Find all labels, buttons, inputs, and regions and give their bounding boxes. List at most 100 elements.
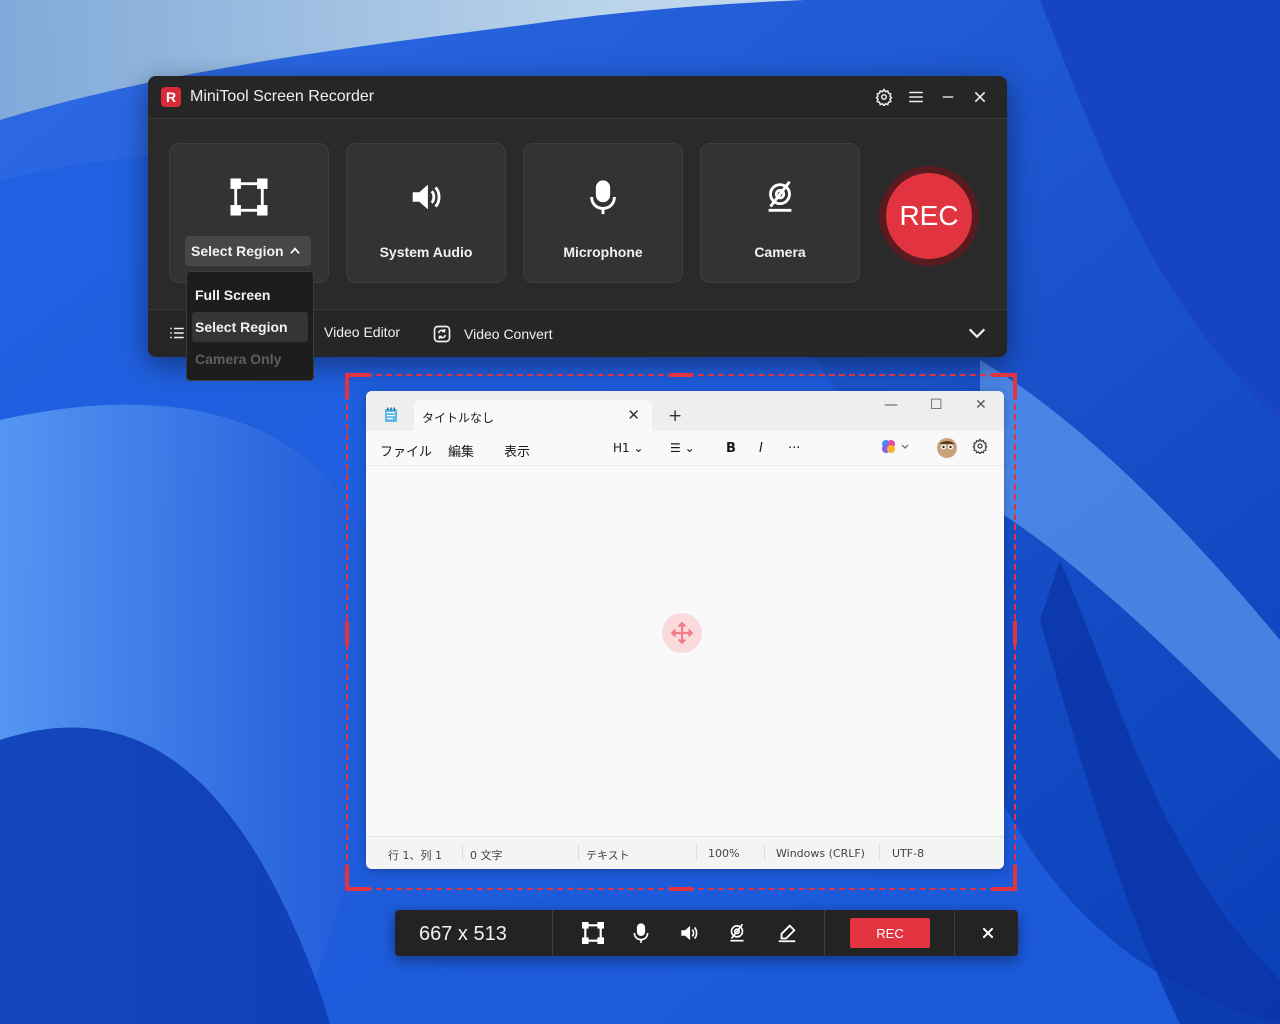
status-divider xyxy=(578,845,579,861)
recordings-list-button[interactable] xyxy=(168,324,186,342)
camera-button[interactable] xyxy=(725,921,749,945)
move-icon xyxy=(670,621,694,645)
annotate-button[interactable] xyxy=(775,921,799,945)
menu-icon xyxy=(909,91,923,103)
toolbar-divider xyxy=(824,910,825,956)
microphone-icon xyxy=(633,923,649,943)
notepad-settings-button[interactable] xyxy=(972,438,988,458)
region-tile[interactable]: Select Region xyxy=(169,143,329,283)
app-title: MiniTool Screen Recorder xyxy=(190,88,375,105)
option-select-region[interactable]: Select Region xyxy=(192,312,308,342)
toolbar-record-button[interactable]: REC xyxy=(850,918,930,948)
menu-edit[interactable]: 編集 xyxy=(448,441,474,460)
window-close-icon[interactable]: ✕ xyxy=(975,397,987,413)
convert-icon xyxy=(433,325,451,343)
notepad-window: タイトルなし ✕ + — ☐ ✕ ファイル 編集 表示 H1 ⌄ ☰ ⌄ B I… xyxy=(366,391,1004,869)
camera-tile[interactable]: Camera xyxy=(700,143,860,283)
settings-button[interactable] xyxy=(871,84,897,110)
status-encoding: UTF-8 xyxy=(892,847,925,860)
video-convert-button[interactable]: Video Convert xyxy=(432,324,552,344)
minimize-icon xyxy=(942,96,954,98)
resize-handle-left[interactable] xyxy=(345,621,349,645)
microphone-button[interactable] xyxy=(629,921,653,945)
status-divider xyxy=(462,845,463,861)
tab-close-icon[interactable]: ✕ xyxy=(627,406,640,424)
notepad-icon xyxy=(385,407,397,422)
status-divider xyxy=(696,845,697,861)
microphone-tile[interactable]: Microphone xyxy=(523,143,683,283)
video-convert-label: Video Convert xyxy=(464,326,553,342)
gear-icon xyxy=(972,438,988,456)
list-icon: ☰ xyxy=(670,441,681,455)
record-button[interactable]: REC xyxy=(879,166,979,266)
pen-icon xyxy=(778,924,796,943)
video-editor-label: Video Editor xyxy=(324,324,401,340)
notepad-status-bar: 行 1、列 1 0 文字 テキスト 100% Windows (CRLF) UT… xyxy=(366,836,1004,869)
notepad-tab-bar: タイトルなし ✕ + — ☐ ✕ xyxy=(366,391,1004,431)
tab-title: タイトルなし xyxy=(422,411,495,425)
menu-view[interactable]: 表示 xyxy=(504,441,530,460)
expand-button[interactable] xyxy=(966,322,988,344)
region-size-readout: 667 x 513 xyxy=(419,923,507,945)
microphone-icon xyxy=(590,180,616,215)
region-icon xyxy=(582,922,604,944)
status-char-count: 0 文字 xyxy=(470,849,503,862)
camera-off-icon xyxy=(768,180,792,212)
bold-button[interactable]: B xyxy=(726,441,736,456)
status-divider xyxy=(764,845,765,861)
title-bar: R MiniTool Screen Recorder xyxy=(148,76,1007,119)
camera-off-icon xyxy=(730,923,744,942)
camera-label: Camera xyxy=(754,244,806,260)
option-full-screen[interactable]: Full Screen xyxy=(192,280,308,310)
speaker-icon xyxy=(412,184,441,210)
move-region-handle[interactable] xyxy=(662,613,702,653)
toolbar-divider xyxy=(954,910,955,956)
option-camera-only: Camera Only xyxy=(195,351,282,367)
copilot-button[interactable] xyxy=(880,439,910,459)
menu-file[interactable]: ファイル xyxy=(380,441,432,460)
gear-icon xyxy=(875,88,893,106)
close-icon xyxy=(982,927,994,939)
screen-recorder-window: R MiniTool Screen Recorder Select Region xyxy=(148,76,1007,381)
italic-button[interactable]: I xyxy=(759,441,763,456)
system-audio-label: System Audio xyxy=(379,244,473,260)
close-icon xyxy=(974,91,986,103)
menu-button[interactable] xyxy=(903,84,929,110)
minimize-button[interactable] xyxy=(935,84,961,110)
notepad-menu-bar: ファイル 編集 表示 H1 ⌄ ☰ ⌄ B I ··· xyxy=(366,431,1004,466)
status-format: テキスト xyxy=(586,849,630,862)
avatar[interactable] xyxy=(936,437,958,463)
notepad-tab[interactable]: タイトルなし ✕ xyxy=(414,400,652,431)
region-toolbar: 667 x 513 REC xyxy=(395,910,1018,956)
app-logo: R xyxy=(161,87,181,107)
resize-handle-right[interactable] xyxy=(1013,621,1017,645)
chevron-up-icon xyxy=(290,247,300,254)
close-button[interactable] xyxy=(967,84,993,110)
record-button-label: REC xyxy=(886,173,972,259)
speaker-icon xyxy=(681,925,698,941)
resize-handle-bottom[interactable] xyxy=(669,887,693,891)
heading-label: H1 xyxy=(613,441,630,455)
list-dropdown[interactable]: ☰ ⌄ xyxy=(670,441,695,455)
region-mode-dropdown: Full Screen Select Region Camera Only xyxy=(186,271,314,381)
system-audio-button[interactable] xyxy=(677,921,701,945)
region-mode-label: Select Region xyxy=(191,243,284,259)
status-zoom: 100% xyxy=(708,847,740,860)
avatar-icon xyxy=(937,438,957,458)
minimize-icon[interactable]: — xyxy=(884,397,898,413)
heading-dropdown[interactable]: H1 ⌄ xyxy=(613,441,644,455)
system-audio-tile[interactable]: System Audio xyxy=(346,143,506,283)
new-tab-button[interactable]: + xyxy=(668,406,682,426)
toolbar-close-button[interactable] xyxy=(976,921,1000,945)
resize-handle-top[interactable] xyxy=(669,373,693,377)
region-mode-select[interactable]: Select Region xyxy=(185,236,311,266)
toolbar-divider xyxy=(552,910,553,956)
video-editor-button[interactable]: Video Editor xyxy=(324,324,400,340)
region-button[interactable] xyxy=(581,921,605,945)
chevron-down-icon xyxy=(968,328,986,339)
status-line-ending: Windows (CRLF) xyxy=(776,847,865,860)
microphone-label: Microphone xyxy=(563,244,643,260)
maximize-icon[interactable]: ☐ xyxy=(930,397,943,413)
status-cursor-position: 行 1、列 1 xyxy=(388,849,442,862)
more-button[interactable]: ··· xyxy=(788,441,800,456)
